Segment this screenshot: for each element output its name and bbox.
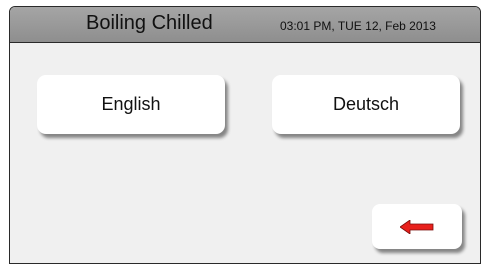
- header-bar: Boiling Chilled 03:01 PM, TUE 12, Feb 20…: [10, 7, 480, 43]
- language-label-deutsch: Deutsch: [332, 94, 400, 114]
- left-arrow-icon: [400, 219, 434, 234]
- back-button[interactable]: [372, 204, 462, 249]
- language-label-english: English: [101, 94, 161, 114]
- screen-title: Boiling Chilled: [86, 12, 213, 34]
- language-button-deutsch[interactable]: Deutsch: [272, 75, 460, 134]
- language-button-english[interactable]: English: [37, 75, 225, 134]
- datetime-display: 03:01 PM, TUE 12, Feb 2013: [280, 19, 436, 33]
- screen: Boiling Chilled 03:01 PM, TUE 12, Feb 20…: [9, 6, 481, 264]
